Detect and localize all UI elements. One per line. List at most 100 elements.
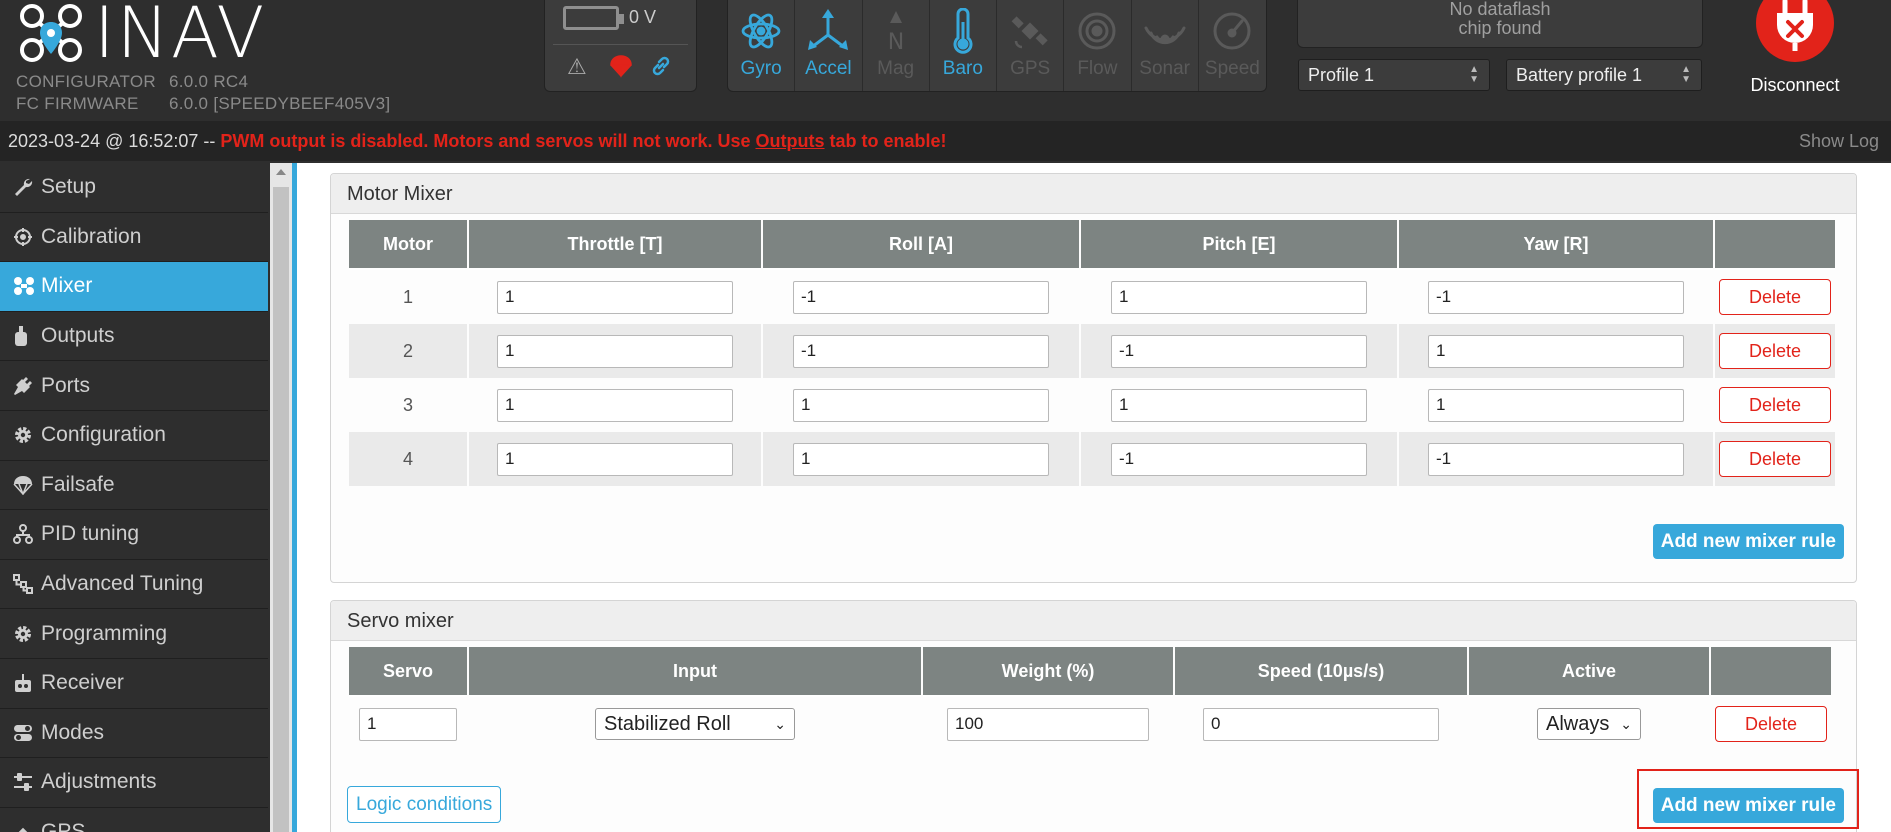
sidebar-item-ports[interactable]: Ports	[0, 361, 268, 411]
accel-icon	[808, 9, 849, 50]
throttle-input[interactable]	[497, 280, 733, 314]
battery-profile-select[interactable]: Battery profile 1 ▲ ▼	[1506, 59, 1702, 91]
sidebar-item-modes[interactable]: Modes	[0, 709, 268, 759]
sidebar-item-programming[interactable]: Programming	[0, 609, 268, 659]
column-header: Active	[1469, 647, 1709, 697]
active-condition-select[interactable]: Always ⌄	[1537, 708, 1641, 740]
sidebar-item-label: Receiver	[41, 671, 124, 695]
show-log-link[interactable]: Show Log	[1799, 121, 1879, 161]
top-header: INAV CONFIGURATOR 6.0.0 RC4 FC FIRMWARE 6.…	[0, 0, 1891, 121]
sidebar-item-pid-tuning[interactable]: PID tuning	[0, 510, 268, 560]
delete-button[interactable]: Delete	[1719, 441, 1831, 477]
roll-input[interactable]	[793, 280, 1049, 314]
sidebar-item-advanced-tuning[interactable]: Advanced Tuning	[0, 560, 268, 610]
pitch-input[interactable]	[1111, 388, 1367, 422]
yaw-input[interactable]	[1428, 334, 1684, 368]
sonar-icon	[1144, 26, 1186, 45]
parachute-icon	[13, 475, 41, 495]
advanced-tuning-icon	[13, 574, 41, 595]
column-header: Pitch [E]	[1081, 220, 1397, 270]
disconnect-plug-icon	[1756, 0, 1834, 62]
scrollbar-thumb[interactable]	[273, 187, 289, 832]
gps-icon	[1011, 16, 1048, 49]
sidebar-item-mixer[interactable]: Mixer	[0, 262, 268, 312]
input-source-value: Stabilized Roll	[604, 713, 731, 735]
sidebar-scrollbar[interactable]	[270, 163, 292, 832]
wrench-icon	[13, 177, 41, 197]
tuning-icon	[13, 524, 41, 545]
motor-number: 4	[349, 432, 467, 486]
sidebar-item-label: Modes	[41, 720, 105, 744]
input-source-select[interactable]: Stabilized Roll ⌄	[595, 708, 795, 740]
sidebar-item-label: Outputs	[41, 324, 115, 348]
delete-button[interactable]: Delete	[1719, 279, 1831, 315]
sidebar-item-label: GPS	[41, 820, 86, 832]
sensor-label-gps: GPS	[1010, 58, 1051, 79]
status-log-bar: 2023-03-24 @ 16:52:07 -- PWM output is d…	[0, 121, 1891, 161]
configurator-label: CONFIGURATOR	[16, 72, 156, 91]
sidebar-item-label: PID tuning	[41, 522, 140, 546]
throttle-input[interactable]	[497, 388, 733, 422]
yaw-input[interactable]	[1428, 280, 1684, 314]
sidebar-item-gps[interactable]: GPS	[0, 808, 268, 832]
sensor-label-mag: Mag	[877, 58, 915, 79]
profile-select[interactable]: Profile 1 ▲ ▼	[1298, 59, 1490, 91]
battery-profile-select-value: Battery profile 1	[1516, 65, 1643, 85]
pitch-input[interactable]	[1111, 442, 1367, 476]
active-condition-value: Always	[1546, 713, 1610, 735]
sidebar-item-label: Configuration	[41, 423, 166, 447]
configurator-version-row: CONFIGURATOR 6.0.0 RC4	[16, 72, 248, 92]
throttle-input[interactable]	[497, 334, 733, 368]
sidebar-item-failsafe[interactable]: Failsafe	[0, 461, 268, 511]
sensor-flow: Flow	[1064, 0, 1132, 91]
column-header	[1715, 220, 1835, 270]
roll-input[interactable]	[793, 442, 1049, 476]
sidebar-item-outputs[interactable]: Outputs	[0, 312, 268, 362]
plug-icon	[13, 376, 41, 396]
sidebar-item-setup[interactable]: Setup	[0, 163, 268, 213]
scroll-up-icon[interactable]	[276, 169, 286, 175]
throttle-input[interactable]	[497, 442, 733, 476]
yaw-input[interactable]	[1428, 388, 1684, 422]
sensor-label-sonar: Sonar	[1139, 58, 1190, 79]
mag-icon: N	[887, 11, 904, 53]
weight-input[interactable]	[947, 707, 1149, 741]
dataflash-line-1: No dataflash	[1449, 0, 1551, 19]
column-header: Roll [A]	[763, 220, 1079, 270]
sidebar-item-receiver[interactable]: Receiver	[0, 659, 268, 709]
sidebar-item-label: Mixer	[41, 274, 93, 298]
sensor-accel: Accel	[795, 0, 863, 91]
sidebar-item-label: Adjustments	[41, 770, 157, 794]
app-logo: INAV	[18, 0, 266, 68]
speed-input[interactable]	[1203, 707, 1439, 741]
roll-input[interactable]	[793, 388, 1049, 422]
column-header: Yaw [R]	[1399, 220, 1713, 270]
add-servo-mixer-rule-button[interactable]: Add new mixer rule	[1652, 788, 1844, 823]
receiver-icon	[13, 673, 41, 693]
servo-number-input[interactable]	[359, 707, 457, 741]
column-header: Motor	[349, 220, 467, 270]
sidebar-item-label: Advanced Tuning	[41, 572, 204, 596]
sidebar-item-label: Setup	[41, 175, 96, 199]
delete-button[interactable]: Delete	[1715, 706, 1827, 742]
disconnect-button[interactable]: Disconnect	[1740, 0, 1850, 100]
delete-button[interactable]: Delete	[1719, 387, 1831, 423]
sensor-label-flow: Flow	[1077, 58, 1118, 79]
sliders-icon	[13, 772, 41, 792]
sidebar-item-adjustments[interactable]: Adjustments	[0, 758, 268, 808]
pitch-input[interactable]	[1111, 334, 1367, 368]
logic-conditions-button[interactable]: Logic conditions	[347, 786, 502, 823]
pitch-input[interactable]	[1111, 280, 1367, 314]
log-message-text: PWM output is disabled. Motors and servo…	[220, 131, 751, 151]
delete-button[interactable]: Delete	[1719, 333, 1831, 369]
log-message: PWM output is disabled. Motors and servo…	[220, 131, 946, 151]
sidebar-item-calibration[interactable]: Calibration	[0, 213, 268, 263]
motor-mixer-table: Motor Throttle [T] Roll [A] Pitch [E] Ya…	[347, 220, 1837, 486]
baro-icon	[953, 8, 973, 54]
add-motor-mixer-rule-button[interactable]: Add new mixer rule	[1652, 524, 1844, 559]
table-row: 4 Delete	[349, 432, 1835, 486]
sidebar-item-configuration[interactable]: Configuration	[0, 411, 268, 461]
outputs-tab-link[interactable]: Outputs	[756, 131, 825, 151]
roll-input[interactable]	[793, 334, 1049, 368]
yaw-input[interactable]	[1428, 442, 1684, 476]
